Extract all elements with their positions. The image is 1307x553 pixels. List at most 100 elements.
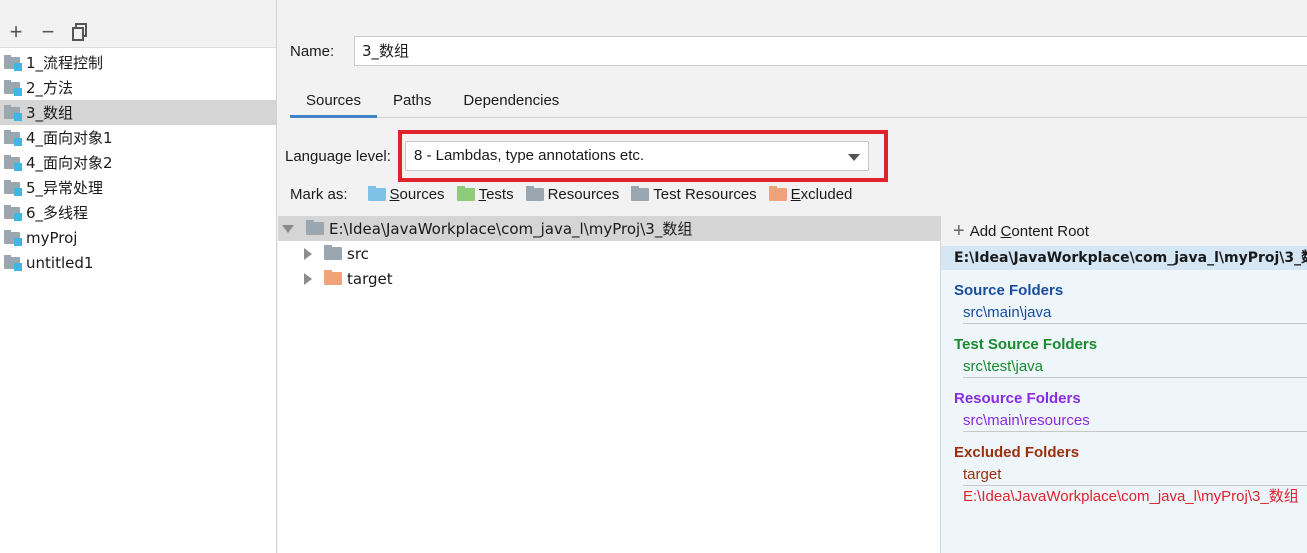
tree-row-root[interactable]: E:\Idea\JavaWorkplace\com_java_l\myProj\… xyxy=(278,216,940,241)
tree-row-target[interactable]: target xyxy=(278,266,940,291)
expand-right-icon[interactable] xyxy=(304,247,312,260)
language-level-value: 8 - Lambdas, type annotations etc. xyxy=(413,147,645,164)
label-part: ontent Root xyxy=(1011,222,1089,240)
module-label: 2_方法 xyxy=(26,79,74,97)
expand-right-icon[interactable] xyxy=(304,272,312,285)
chevron-down-icon xyxy=(847,154,860,161)
copy-module-button[interactable] xyxy=(68,20,92,44)
tree-row-src[interactable]: src xyxy=(278,241,940,266)
resources-folder-icon xyxy=(525,186,544,201)
mark-test-resources-label: Test Resources xyxy=(653,186,757,203)
resource-folder-entry[interactable]: src\main\resources xyxy=(963,410,1307,432)
minus-icon: − xyxy=(41,19,55,44)
source-folders-group: Source Folders src\main\java xyxy=(941,282,1307,324)
mnemonic: S xyxy=(389,186,400,203)
label-rest: ources xyxy=(399,186,445,203)
module-toolbar: + − xyxy=(0,0,276,48)
name-row: Name: 3_数组 xyxy=(290,36,1307,66)
module-folder-icon xyxy=(4,104,22,121)
module-name-input[interactable]: 3_数组 xyxy=(354,36,1307,66)
mnemonic: C xyxy=(1000,222,1012,240)
mark-tests-label: Tests xyxy=(479,186,514,203)
excluded-folder-entry[interactable]: target xyxy=(963,464,1307,486)
language-level-label: Language level: xyxy=(285,147,391,165)
mark-test-resources-button[interactable]: Test Resources xyxy=(631,186,757,203)
module-folder-icon xyxy=(4,54,22,71)
source-folder-entry[interactable]: src\main\java xyxy=(963,302,1307,324)
excluded-folder-icon xyxy=(768,186,787,201)
excluded-folder-icon xyxy=(324,270,342,285)
plus-icon: + xyxy=(953,219,965,242)
folder-icon xyxy=(306,220,324,235)
module-list: 1_流程控制 2_方法 3_数组 4_面向对象1 4_面向对象2 5_异常处理 6_多线程m… xyxy=(0,48,276,275)
mark-excluded-label: Excluded xyxy=(791,186,853,203)
root-path-label: E:\Idea\JavaWorkplace\com_java_l\myProj\… xyxy=(329,220,693,238)
tab-dependencies[interactable]: Dependencies xyxy=(447,84,575,118)
add-content-root-label: Add Content Root xyxy=(970,223,1089,240)
add-module-button[interactable]: + xyxy=(4,19,28,44)
mnemonic: E xyxy=(790,186,801,203)
content-root-path: E:\Idea\JavaWorkplace\com_java_l\myProj\… xyxy=(941,246,1307,270)
mnemonic: T xyxy=(478,186,487,203)
mark-tests-button[interactable]: Tests xyxy=(456,186,514,203)
add-content-root-button[interactable]: + Add Content Root xyxy=(941,216,1307,246)
module-item[interactable]: 4_面向对象1 xyxy=(0,125,276,150)
source-folders-title: Source Folders xyxy=(954,282,1064,299)
mark-resources-label: Resources xyxy=(547,186,620,203)
module-folder-icon xyxy=(4,154,22,171)
tree-label-target: target xyxy=(347,269,393,288)
module-folder-icon xyxy=(4,179,22,196)
mark-resources-button[interactable]: Resources xyxy=(525,186,620,203)
mark-excluded-button[interactable]: Excluded xyxy=(768,186,853,203)
module-label: 3_数组 xyxy=(26,104,74,122)
highlight-box: 8 - Lambdas, type annotations etc. xyxy=(397,130,888,182)
module-folder-icon xyxy=(4,129,22,146)
test-resources-folder-icon xyxy=(631,186,650,201)
mark-sources-button[interactable]: Sources xyxy=(367,186,445,203)
tree-label-src: src xyxy=(347,244,369,263)
label-rest: xcluded xyxy=(800,186,853,203)
copy-icon xyxy=(72,23,87,41)
test-folders-title: Test Source Folders xyxy=(954,336,1098,353)
language-level-dropdown[interactable]: 8 - Lambdas, type annotations etc. xyxy=(404,141,869,171)
excluded-folder-entry[interactable]: E:\Idea\JavaWorkplace\com_java_l\myProj\… xyxy=(963,486,1307,508)
module-item[interactable]: 6_多线程 xyxy=(0,200,276,225)
test-folder-entry[interactable]: src\test\java xyxy=(963,356,1307,378)
module-label: 6_多线程 xyxy=(26,204,89,222)
test-folders-group: Test Source Folders src\test\java xyxy=(941,336,1307,378)
label-part: Add xyxy=(969,222,1001,240)
module-label: untitled1 xyxy=(26,253,94,272)
module-item[interactable]: myProj xyxy=(0,225,276,250)
tests-folder-icon xyxy=(456,186,475,201)
expand-down-icon[interactable] xyxy=(282,224,294,233)
module-folder-icon xyxy=(4,254,22,271)
tab-paths[interactable]: Paths xyxy=(377,84,447,118)
module-folder-icon xyxy=(4,229,22,246)
module-label: 4_面向对象2 xyxy=(26,154,113,172)
name-label: Name: xyxy=(290,42,335,60)
module-item[interactable]: 4_面向对象2 xyxy=(0,150,276,175)
module-label: myProj xyxy=(26,228,78,247)
plus-icon: + xyxy=(9,19,23,44)
folder-icon xyxy=(324,245,342,260)
module-item[interactable]: 3_数组 xyxy=(0,100,276,125)
mark-sources-label: Sources xyxy=(390,186,445,203)
module-list-panel: + − 1_流程控制 2_方法 3_数组 4_面向对象1 4_面向对象2 5_异常处理 6_… xyxy=(0,0,277,553)
module-item[interactable]: 5_异常处理 xyxy=(0,175,276,200)
module-item[interactable]: 1_流程控制 xyxy=(0,50,276,75)
module-item[interactable]: 2_方法 xyxy=(0,75,276,100)
language-level-row: Language level: 8 - Lambdas, type annota… xyxy=(285,130,888,182)
excluded-folders-title: Excluded Folders xyxy=(954,444,1080,461)
excluded-folders-group: Excluded Folders target E:\Idea\JavaWork… xyxy=(941,444,1307,508)
tab-sources[interactable]: Sources xyxy=(290,84,378,118)
label-rest: ests xyxy=(486,186,514,203)
module-item[interactable]: untitled1 xyxy=(0,250,276,275)
folder-tree: E:\Idea\JavaWorkplace\com_java_l\myProj\… xyxy=(278,216,940,553)
module-folder-icon xyxy=(4,204,22,221)
sources-folder-icon xyxy=(367,186,386,201)
resource-folders-group: Resource Folders src\main\resources xyxy=(941,390,1307,432)
module-folder-icon xyxy=(4,79,22,96)
resource-folders-title: Resource Folders xyxy=(954,390,1081,407)
remove-module-button[interactable]: − xyxy=(36,19,60,44)
module-label: 4_面向对象1 xyxy=(26,129,113,147)
